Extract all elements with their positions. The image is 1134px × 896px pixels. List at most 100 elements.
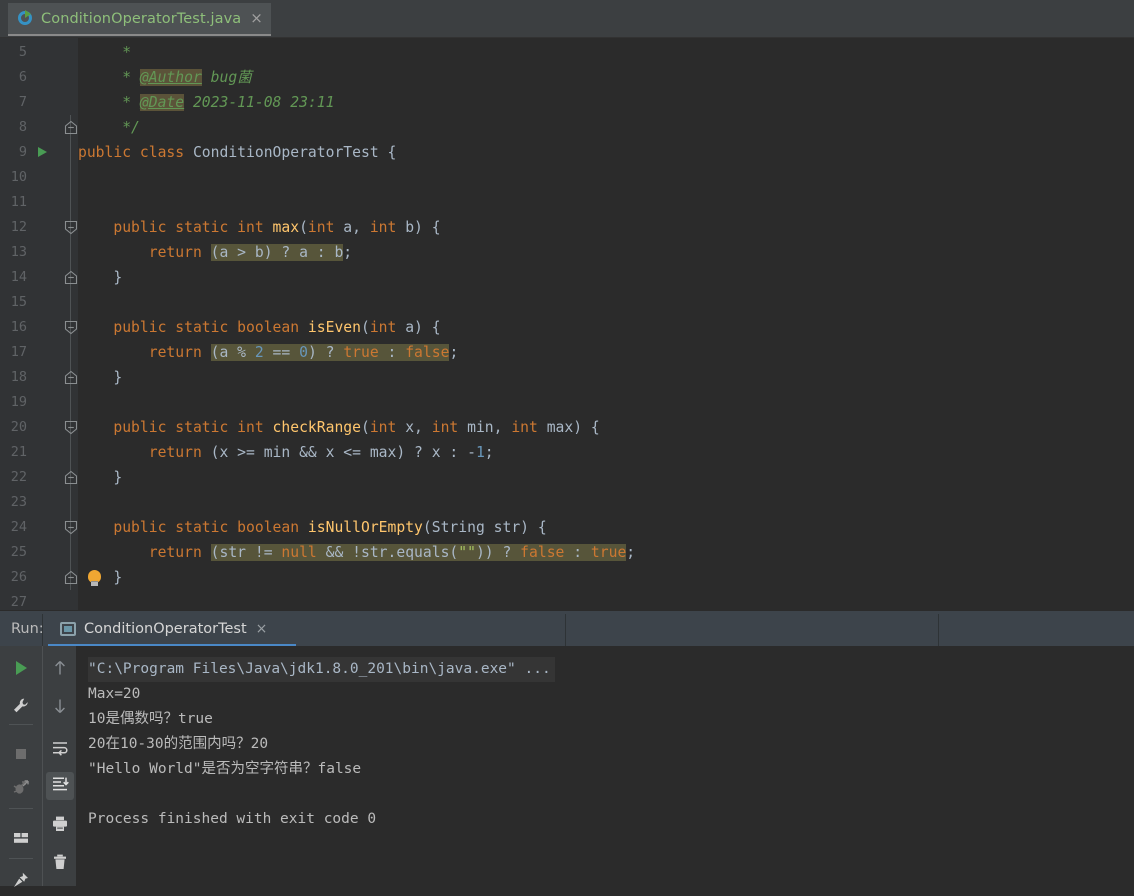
arrow-down-icon (51, 697, 69, 719)
stop-button[interactable] (7, 742, 35, 770)
gutter-line[interactable]: 13 (0, 240, 78, 265)
scroll-to-end-button[interactable] (46, 772, 74, 800)
gutter-line[interactable]: 8 (0, 115, 78, 140)
fold-expand-icon[interactable] (64, 570, 78, 585)
gutter-line[interactable]: 17 (0, 340, 78, 365)
run-gutter-icon[interactable] (38, 147, 47, 157)
fold-region-line (70, 440, 71, 465)
editor-tab-label: ConditionOperatorTest.java (41, 10, 242, 27)
line-number: 9 (18, 144, 27, 160)
layout-settings-button[interactable] (7, 826, 35, 854)
gutter-line[interactable]: 21 (0, 440, 78, 465)
gutter-line[interactable]: 16 (0, 315, 78, 340)
gutter-line[interactable]: 12 (0, 215, 78, 240)
edit-configurations-button[interactable] (7, 694, 35, 722)
code-token: @Date (139, 94, 185, 111)
fold-expand-icon[interactable] (64, 470, 78, 485)
gutter-line[interactable]: 6 (0, 65, 78, 90)
line-number: 14 (10, 269, 27, 285)
gutter-line[interactable]: 18 (0, 365, 78, 390)
gutter-line[interactable]: 23 (0, 490, 78, 515)
fold-collapse-icon[interactable] (64, 320, 78, 335)
code-token: int (511, 419, 547, 436)
gutter-line[interactable]: 19 (0, 390, 78, 415)
fold-region-line (70, 190, 71, 215)
line-number: 18 (10, 369, 27, 385)
gutter-line[interactable]: 25 (0, 540, 78, 565)
code-token: ; (626, 544, 636, 561)
fold-expand-icon[interactable] (64, 370, 78, 385)
line-number: 13 (10, 244, 27, 260)
gutter-line[interactable]: 26 (0, 565, 78, 590)
code-token: min, (467, 419, 512, 436)
line-number: 6 (18, 69, 27, 85)
run-tab-label: ConditionOperatorTest (84, 621, 247, 637)
gutter-line[interactable]: 15 (0, 290, 78, 315)
run-tool-window: Run: ConditionOperatorTest × "C:\Program… (0, 610, 1134, 887)
code-token: ; (449, 344, 459, 361)
gutter-line[interactable]: 5 (0, 40, 78, 65)
fold-collapse-icon[interactable] (64, 220, 78, 235)
gutter-line[interactable]: 9 (0, 140, 78, 165)
fold-expand-icon[interactable] (64, 120, 78, 135)
close-icon[interactable]: × (256, 622, 268, 636)
editor-tab-bar: ConditionOperatorTest.java × (0, 0, 1134, 38)
gutter-line[interactable]: 10 (0, 165, 78, 190)
pin-tab-button[interactable] (7, 868, 35, 896)
gutter-line[interactable]: 7 (0, 90, 78, 115)
code-token: 1 (475, 444, 485, 461)
printer-icon (51, 815, 69, 837)
down-the-stack-trace-button[interactable] (46, 694, 74, 722)
gutter-line[interactable]: 11 (0, 190, 78, 215)
code-line: public static boolean isNullOrEmpty(Stri… (78, 515, 546, 540)
line-number: 16 (10, 319, 27, 335)
gutter-line[interactable]: 20 (0, 415, 78, 440)
code-token: return (148, 344, 211, 361)
run-toolbar-left (0, 646, 42, 887)
soft-wrap-icon (51, 739, 69, 761)
editor-gutter[interactable]: 5 6 7 8 9 10 11 12 13 14 15 16 17 18 19 20 21 22 23 24 25 26 2… (0, 38, 78, 610)
fold-collapse-icon[interactable] (64, 420, 78, 435)
code-token: ( (360, 419, 370, 436)
code-token: "" (458, 544, 476, 561)
code-line: public static int max(int a, int b) { (78, 215, 440, 240)
rerun-failed-button[interactable] (7, 776, 35, 804)
layout-icon (12, 829, 30, 851)
line-number: 12 (10, 219, 27, 235)
code-line: return (x >= min && x <= max) ? x : -1; (78, 440, 494, 465)
editor-tab-conditionoperatortest[interactable]: ConditionOperatorTest.java × (8, 3, 271, 36)
clear-all-button[interactable] (46, 850, 74, 878)
code-token: */ (78, 119, 140, 136)
line-number: 11 (10, 194, 27, 210)
up-the-stack-trace-button[interactable] (46, 656, 74, 684)
java-class-runnable-icon (18, 9, 34, 27)
line-number: 19 (10, 394, 27, 410)
soft-wrap-button[interactable] (46, 736, 74, 764)
gutter-line[interactable]: 14 (0, 265, 78, 290)
fold-collapse-icon[interactable] (64, 520, 78, 535)
close-icon[interactable]: × (250, 11, 263, 26)
code-token: false (405, 344, 450, 361)
intention-bulb-icon[interactable] (87, 570, 102, 586)
code-token: * (78, 44, 132, 61)
run-tab-conditionoperatortest[interactable]: ConditionOperatorTest × (48, 611, 277, 647)
line-number: 5 (18, 44, 27, 60)
print-button[interactable] (46, 812, 74, 840)
rerun-button[interactable] (7, 656, 35, 684)
gutter-line[interactable]: 27 (0, 590, 78, 610)
code-token: return (148, 244, 211, 261)
run-console-output[interactable]: "C:\Program Files\Java\jdk1.8.0_201\bin\… (76, 646, 1134, 886)
toolbar-separator (9, 808, 33, 809)
gutter-line[interactable]: 22 (0, 465, 78, 490)
code-editor[interactable]: 5 6 7 8 9 10 11 12 13 14 15 16 17 18 19 20 21 22 23 24 25 26 2… (0, 38, 1134, 610)
run-configuration-icon (60, 621, 76, 637)
editor-code-area[interactable]: * * @Author bug菌 * @Date 2023-11-08 23:1… (78, 38, 1134, 610)
fold-expand-icon[interactable] (64, 270, 78, 285)
gutter-line[interactable]: 24 (0, 515, 78, 540)
code-line: public static boolean isEven(int a) { (78, 315, 440, 340)
